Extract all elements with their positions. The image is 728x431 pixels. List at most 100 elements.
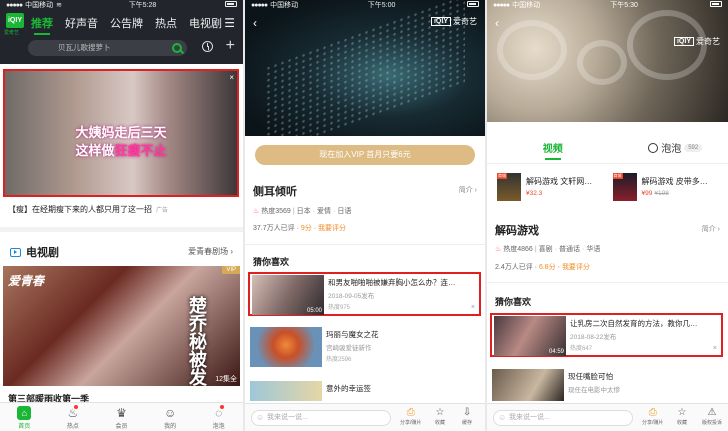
card-heat: 热度2596 [326,357,352,363]
notification-dot [219,405,224,409]
signal-icon: ●●●●● [493,2,510,9]
section-title-text: 电视剧 [26,247,59,259]
tab-video[interactable]: 视频 [543,140,563,160]
score-line[interactable]: 2.4万人已评 · 6.8分 · 我要评分 [495,262,590,272]
tab-hotspot[interactable]: ♨ 热点 [66,403,80,431]
tab-bulletin[interactable]: 公告牌 [110,15,143,31]
product-price: ¥99 ¥198 [641,190,669,197]
add-icon[interactable]: + [226,37,235,55]
close-icon[interactable]: × [471,304,475,311]
intro-link[interactable]: 简介 › [459,185,477,195]
close-icon[interactable]: × [229,73,234,82]
favorite-button[interactable]: ☆ 收藏 [677,407,687,426]
favorite-button[interactable]: ☆ 收藏 [435,407,445,426]
report-icon: ⚠ [707,407,717,418]
tab-me[interactable]: ☺ 我的 [163,403,177,431]
iqiyi-logo[interactable]: iQIY [6,13,24,28]
comment-input[interactable]: 我来说一说... [493,410,633,426]
card-title: 现任嘴脸可怕 [568,372,613,381]
tab-recommend[interactable]: 推荐 [31,15,53,35]
home-screen: ●●●●● 中国移动 ≋ 下午5:28 iQIY 爱奇艺 推荐 好声音 公告牌 热点… [0,0,243,431]
download-icon: ⇩ [462,407,472,418]
list-item[interactable]: 玛丽与魔女之花 宫崎骏爱徒新作 热度2596 [248,326,481,370]
episode-count: 12集全 [215,376,237,383]
list-item[interactable]: 05:00 和男友啪啪啪被嫌弃胸小怎么办？连… 2018-09-05发布 热度975… [248,272,481,316]
ad-caption[interactable]: 【瘦】在经期瘦下来的人都只用了这一招 广告 [8,204,168,215]
search-icon[interactable] [172,43,182,53]
video-detail-screen-2: ●●●●● 中国移动 下午5:30 ‹ iQIY 爱奇艺 视频 泡泡 592 商城 解… [487,0,728,431]
score-line[interactable]: 37.7万人已评 · 9分 · 我要评分 [253,223,346,233]
drama-calligraphy: 楚乔秘被发 [187,296,207,386]
search-input[interactable]: 贝瓦儿歌搜萝卜 [28,40,187,56]
share-button[interactable]: ⎙ 分享/赚片 [400,407,421,426]
tab-tv-drama[interactable]: 电视剧 [189,15,222,31]
card-date: 2018-08-22发布 [570,334,617,341]
back-icon[interactable]: ‹ [495,16,499,30]
carrier-label: 中国移动 [25,2,54,9]
list-item[interactable]: 04:59 让乳房二次自然发育的方法，教你几… 2018-08-22发布 热度647… [490,313,723,357]
comment-input[interactable]: 我来说一说... [251,410,391,426]
bubble-count: 592 [684,143,703,152]
vip-promo-button[interactable]: 现在加入VIP 首月只要6元 [255,145,475,165]
vip-badge: VIP [222,266,240,274]
product-item[interactable]: 商城 解码游戏 皮带多… ¥99 ¥198 [612,173,719,201]
close-icon[interactable]: × [713,345,717,352]
ad-headline-2b: 狂瘦不止 [114,143,167,158]
video-player[interactable]: ●●●●● 中国移动 下午5:00 ‹ iQIY 爱奇艺 [245,0,485,136]
status-bar: ●●●●● 中国移动 下午5:30 [487,0,728,12]
product-item[interactable]: 商城 解码游戏 文轩网… ¥32.3 [497,173,603,201]
list-item[interactable]: 意外的幸运签 [248,380,481,401]
product-thumbnail: 商城 [612,173,637,201]
share-button[interactable]: ⎙ 分享/赚片 [642,407,663,426]
ad-tag: 广告 [156,208,169,214]
product-name: 解码游戏 皮带多… [641,177,708,186]
history-icon[interactable] [202,41,213,52]
battery-icon [708,0,722,12]
video-meta: ♨ 热度3569 | 日本 · 爱情 · 日语 [253,208,352,215]
signal-icon: ●●●●● [251,2,268,9]
iqiyi-logo-sub: 爱奇艺 [4,30,20,36]
notification-dot [73,405,78,409]
video-thumbnail [250,327,322,367]
download-button[interactable]: ⇩ 缓存 [462,407,472,426]
tab-hot[interactable]: 热点 [155,15,177,31]
tab-good-voice[interactable]: 好声音 [65,15,98,31]
drama-poster[interactable]: VIP 爱青春 楚乔秘被发 12集全 [3,266,240,386]
iqiyi-watermark: iQIY 爱奇艺 [673,36,720,47]
comment-bar: 我来说一说... ⎙分享/赚片 ☆收藏 ⚠版权投诉 [487,403,728,431]
ad-banner[interactable]: 大姨妈走后三天 这样做狂瘦不止 × [3,69,239,197]
star-icon: ☆ [677,407,687,418]
home-icon: ⌂ [17,406,32,420]
video-frame-detail [577,40,627,85]
top-nav-tabs: 推荐 好声音 公告牌 热点 电视剧 [31,15,222,35]
report-button[interactable]: ⚠ 版权投诉 [702,407,722,426]
battery-icon [465,0,479,12]
menu-icon[interactable]: ☰ [224,16,235,30]
card-subtitle: 宫崎骏爱徒新作 [326,345,372,352]
bubble-icon [648,142,659,153]
video-player[interactable]: ●●●●● 中国移动 下午5:30 ‹ iQIY 爱奇艺 [487,0,728,122]
search-placeholder: 贝瓦儿歌搜萝卜 [58,43,111,52]
section-more-link[interactable]: 爱青春剧场 › [188,246,233,257]
intro-link[interactable]: 简介 › [702,224,720,234]
tab-bubble[interactable]: 泡泡 592 [648,140,703,155]
divider [245,244,485,245]
list-item[interactable]: 现任嘴脸可怕 现任在电影中太惨 [490,368,723,402]
ad-headline-1: 大姨妈走后三天 [75,125,167,140]
video-title: 解码游戏 [495,225,539,237]
card-title: 和男友啪啪啪被嫌弃胸小怎么办？连… [328,278,456,287]
tab-bubble[interactable]: ◌ 泡泡 [212,403,226,431]
fire-icon: ♨ [495,246,504,253]
divider [487,282,728,283]
video-thumbnail [250,381,322,401]
divider [487,163,728,164]
carrier-label: 中国移动 [512,2,541,9]
tab-member[interactable]: ♛ 会员 [114,403,128,431]
back-icon[interactable]: ‹ [253,16,257,30]
section-title: 猜你喜欢 [253,257,290,267]
card-title: 让乳房二次自然发育的方法，教你几… [570,319,698,328]
product-row: 商城 解码游戏 文轩网… ¥32.3 商城 解码游戏 皮带多… ¥99 ¥198 [497,173,718,201]
tab-home[interactable]: ⌂ 首页 [17,403,32,431]
fire-icon: ♨ [253,208,262,215]
video-title: 侧耳倾听 [253,186,297,198]
